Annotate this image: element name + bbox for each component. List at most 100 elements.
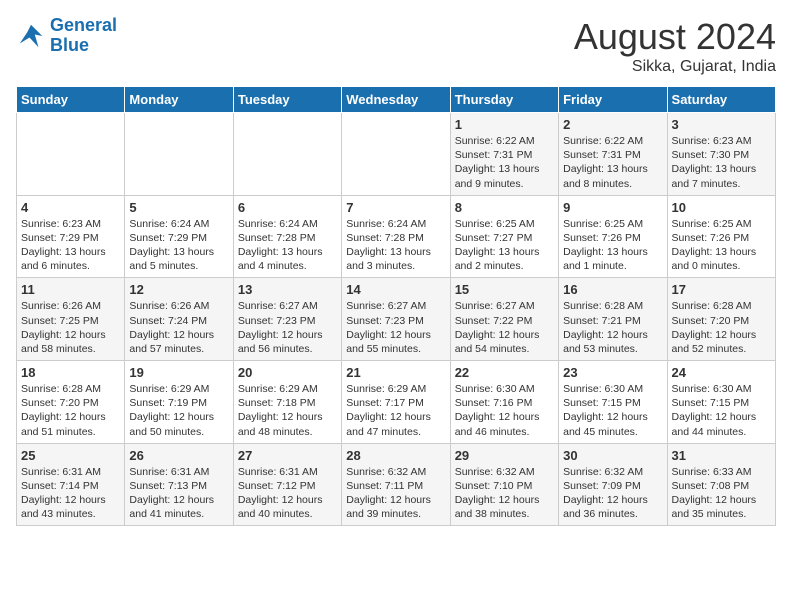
cell-info: Sunrise: 6:25 AMSunset: 7:26 PMDaylight:… [672,217,771,274]
cell-info: Sunrise: 6:31 AMSunset: 7:13 PMDaylight:… [129,465,228,522]
calendar-cell: 24 Sunrise: 6:30 AMSunset: 7:15 PMDayligh… [667,361,775,444]
cell-day-number: 14 [346,282,445,297]
cell-day-number: 25 [21,448,120,463]
cell-info: Sunrise: 6:28 AMSunset: 7:20 PMDaylight:… [672,299,771,356]
column-header-sunday: Sunday [17,87,125,113]
calendar-cell: 23 Sunrise: 6:30 AMSunset: 7:15 PMDayligh… [559,361,667,444]
calendar-cell: 27 Sunrise: 6:31 AMSunset: 7:12 PMDayligh… [233,443,341,526]
cell-day-number: 3 [672,117,771,132]
calendar-cell: 26 Sunrise: 6:31 AMSunset: 7:13 PMDayligh… [125,443,233,526]
cell-info: Sunrise: 6:23 AMSunset: 7:29 PMDaylight:… [21,217,120,274]
cell-info: Sunrise: 6:22 AMSunset: 7:31 PMDaylight:… [563,134,662,191]
cell-info: Sunrise: 6:30 AMSunset: 7:15 PMDaylight:… [563,382,662,439]
cell-day-number: 5 [129,200,228,215]
calendar-week-4: 18Sunrise: 6:28 AMSunset: 7:20 PMDayligh… [17,361,776,444]
cell-day-number: 31 [672,448,771,463]
calendar-cell: 3 Sunrise: 6:23 AMSunset: 7:30 PMDaylight… [667,113,775,196]
cell-info: Sunrise: 6:24 AMSunset: 7:29 PMDaylight:… [129,217,228,274]
cell-day-number: 10 [672,200,771,215]
column-header-friday: Friday [559,87,667,113]
calendar-cell: 31 Sunrise: 6:33 AMSunset: 7:08 PMDayligh… [667,443,775,526]
cell-info: Sunrise: 6:31 AMSunset: 7:14 PMDaylight:… [21,465,120,522]
calendar-cell: 19 Sunrise: 6:29 AMSunset: 7:19 PMDayligh… [125,361,233,444]
cell-day-number: 6 [238,200,337,215]
cell-info: Sunrise: 6:26 AMSunset: 7:25 PMDaylight:… [21,299,120,356]
cell-day-number: 22 [455,365,554,380]
cell-day-number: 4 [21,200,120,215]
cell-day-number: 28 [346,448,445,463]
cell-info: Sunrise: 6:25 AMSunset: 7:26 PMDaylight:… [563,217,662,274]
calendar-cell [17,113,125,196]
calendar-cell: 30Sunrise: 6:32 AMSunset: 7:09 PMDayligh… [559,443,667,526]
cell-info: Sunrise: 6:30 AMSunset: 7:16 PMDaylight:… [455,382,554,439]
calendar-cell [342,113,450,196]
column-header-monday: Monday [125,87,233,113]
cell-info: Sunrise: 6:23 AMSunset: 7:30 PMDaylight:… [672,134,771,191]
cell-day-number: 12 [129,282,228,297]
cell-info: Sunrise: 6:30 AMSunset: 7:15 PMDaylight:… [672,382,771,439]
calendar-week-1: 1 Sunrise: 6:22 AMSunset: 7:31 PMDaylight… [17,113,776,196]
calendar-cell [125,113,233,196]
calendar-cell: 8 Sunrise: 6:25 AMSunset: 7:27 PMDaylight… [450,195,558,278]
calendar-cell: 13Sunrise: 6:27 AMSunset: 7:23 PMDayligh… [233,278,341,361]
cell-info: Sunrise: 6:33 AMSunset: 7:08 PMDaylight:… [672,465,771,522]
cell-day-number: 11 [21,282,120,297]
calendar-cell: 21 Sunrise: 6:29 AMSunset: 7:17 PMDayligh… [342,361,450,444]
cell-day-number: 1 [455,117,554,132]
cell-info: Sunrise: 6:29 AMSunset: 7:19 PMDaylight:… [129,382,228,439]
calendar-cell: 2 Sunrise: 6:22 AMSunset: 7:31 PMDaylight… [559,113,667,196]
cell-info: Sunrise: 6:27 AMSunset: 7:23 PMDaylight:… [238,299,337,356]
cell-day-number: 20 [238,365,337,380]
cell-day-number: 23 [563,365,662,380]
location: Sikka, Gujarat, India [574,58,776,76]
cell-day-number: 16 [563,282,662,297]
column-header-saturday: Saturday [667,87,775,113]
calendar-cell: 17 Sunrise: 6:28 AMSunset: 7:20 PMDayligh… [667,278,775,361]
cell-info: Sunrise: 6:29 AMSunset: 7:18 PMDaylight:… [238,382,337,439]
calendar-table: SundayMondayTuesdayWednesdayThursdayFrid… [16,86,776,526]
cell-day-number: 7 [346,200,445,215]
calendar-cell: 22 Sunrise: 6:30 AMSunset: 7:16 PMDayligh… [450,361,558,444]
cell-day-number: 17 [672,282,771,297]
cell-info: Sunrise: 6:29 AMSunset: 7:17 PMDaylight:… [346,382,445,439]
cell-day-number: 18 [21,365,120,380]
column-header-wednesday: Wednesday [342,87,450,113]
calendar-cell: 5 Sunrise: 6:24 AMSunset: 7:29 PMDaylight… [125,195,233,278]
logo-text: General Blue [50,16,117,56]
cell-info: Sunrise: 6:24 AMSunset: 7:28 PMDaylight:… [346,217,445,274]
cell-day-number: 21 [346,365,445,380]
calendar-cell: 4 Sunrise: 6:23 AMSunset: 7:29 PMDaylight… [17,195,125,278]
month-year: August 2024 [574,16,776,58]
calendar-cell: 29 Sunrise: 6:32 AMSunset: 7:10 PMDayligh… [450,443,558,526]
cell-day-number: 9 [563,200,662,215]
logo-icon [16,21,46,51]
cell-day-number: 26 [129,448,228,463]
calendar-cell [233,113,341,196]
calendar-cell: 18Sunrise: 6:28 AMSunset: 7:20 PMDayligh… [17,361,125,444]
cell-info: Sunrise: 6:32 AMSunset: 7:10 PMDaylight:… [455,465,554,522]
cell-day-number: 29 [455,448,554,463]
cell-info: Sunrise: 6:22 AMSunset: 7:31 PMDaylight:… [455,134,554,191]
title-block: August 2024 Sikka, Gujarat, India [574,16,776,76]
calendar-cell: 20 Sunrise: 6:29 AMSunset: 7:18 PMDayligh… [233,361,341,444]
cell-day-number: 24 [672,365,771,380]
cell-day-number: 8 [455,200,554,215]
cell-day-number: 2 [563,117,662,132]
calendar-week-5: 25 Sunrise: 6:31 AMSunset: 7:14 PMDayligh… [17,443,776,526]
cell-day-number: 15 [455,282,554,297]
cell-day-number: 27 [238,448,337,463]
logo: General Blue [16,16,117,56]
calendar-header-row: SundayMondayTuesdayWednesdayThursdayFrid… [17,87,776,113]
calendar-cell: 1 Sunrise: 6:22 AMSunset: 7:31 PMDaylight… [450,113,558,196]
calendar-cell: 9 Sunrise: 6:25 AMSunset: 7:26 PMDaylight… [559,195,667,278]
cell-info: Sunrise: 6:27 AMSunset: 7:22 PMDaylight:… [455,299,554,356]
calendar-cell: 25 Sunrise: 6:31 AMSunset: 7:14 PMDayligh… [17,443,125,526]
cell-info: Sunrise: 6:26 AMSunset: 7:24 PMDaylight:… [129,299,228,356]
cell-info: Sunrise: 6:25 AMSunset: 7:27 PMDaylight:… [455,217,554,274]
page-header: General Blue August 2024 Sikka, Gujarat,… [16,16,776,76]
cell-day-number: 19 [129,365,228,380]
cell-info: Sunrise: 6:28 AMSunset: 7:21 PMDaylight:… [563,299,662,356]
calendar-cell: 28Sunrise: 6:32 AMSunset: 7:11 PMDayligh… [342,443,450,526]
calendar-week-2: 4 Sunrise: 6:23 AMSunset: 7:29 PMDaylight… [17,195,776,278]
cell-info: Sunrise: 6:31 AMSunset: 7:12 PMDaylight:… [238,465,337,522]
